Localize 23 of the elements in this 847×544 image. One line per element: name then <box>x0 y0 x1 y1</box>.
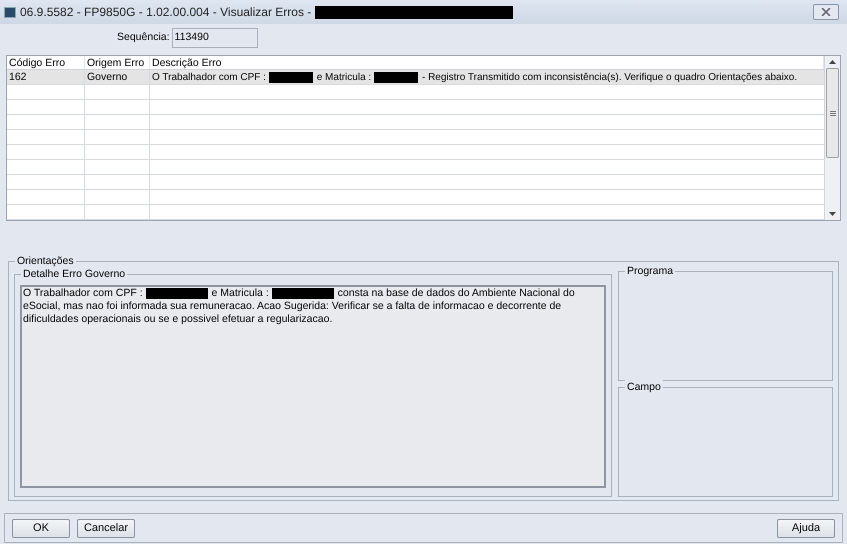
group-title: Programa <box>625 264 676 278</box>
sequence-field[interactable]: 113490 <box>172 28 258 48</box>
table-cell: 162 <box>7 70 85 84</box>
scroll-up-icon[interactable] <box>829 60 836 64</box>
column-header[interactable]: Código Erro <box>7 56 85 69</box>
close-icon <box>821 8 831 16</box>
scroll-thumb[interactable] <box>826 68 839 158</box>
dialog-button[interactable]: Ajuda <box>777 518 835 538</box>
table-row[interactable]: 162 Governo O Trabalhador com CPF : e Matricula : - Registro Transmitido com inconsistência(s). Verifique o quadro Orientações abaixo. <box>7 70 824 85</box>
sequence-label: Sequência: <box>117 30 170 46</box>
scroll-down-icon[interactable] <box>829 212 836 216</box>
table-cell: Governo <box>85 70 150 84</box>
dialog-button[interactable]: Cancelar <box>77 518 135 538</box>
window-icon <box>4 6 16 18</box>
dialog-button[interactable]: OK <box>12 518 70 538</box>
group-title: Orientações <box>15 254 76 268</box>
detail-text: O Trabalhador com CPF : e Matricula : consta na base de dados do Ambiente Nacional do eSocial, mas nao foi informada sua remuneracao. Acao Sugerida: Verificar se a falta de informacao e decorrente de dificuldades operacionais ou se e possivel efetuar a regularizacao. <box>23 287 576 326</box>
window-title: 06.9.5582 - FP9850G - 1.02.00.004 - Visualizar Erros - <box>20 4 312 21</box>
scrollbar[interactable] <box>824 56 840 220</box>
column-header[interactable]: Origem Erro <box>85 56 150 69</box>
group-title: Campo <box>625 380 663 394</box>
close-button[interactable] <box>813 4 839 20</box>
table-cell-text: O Trabalhador com CPF : e Matricula : - Registro Transmitido com inconsistência(s). Verifique o quadro Orientações abaixo. <box>151 70 798 84</box>
